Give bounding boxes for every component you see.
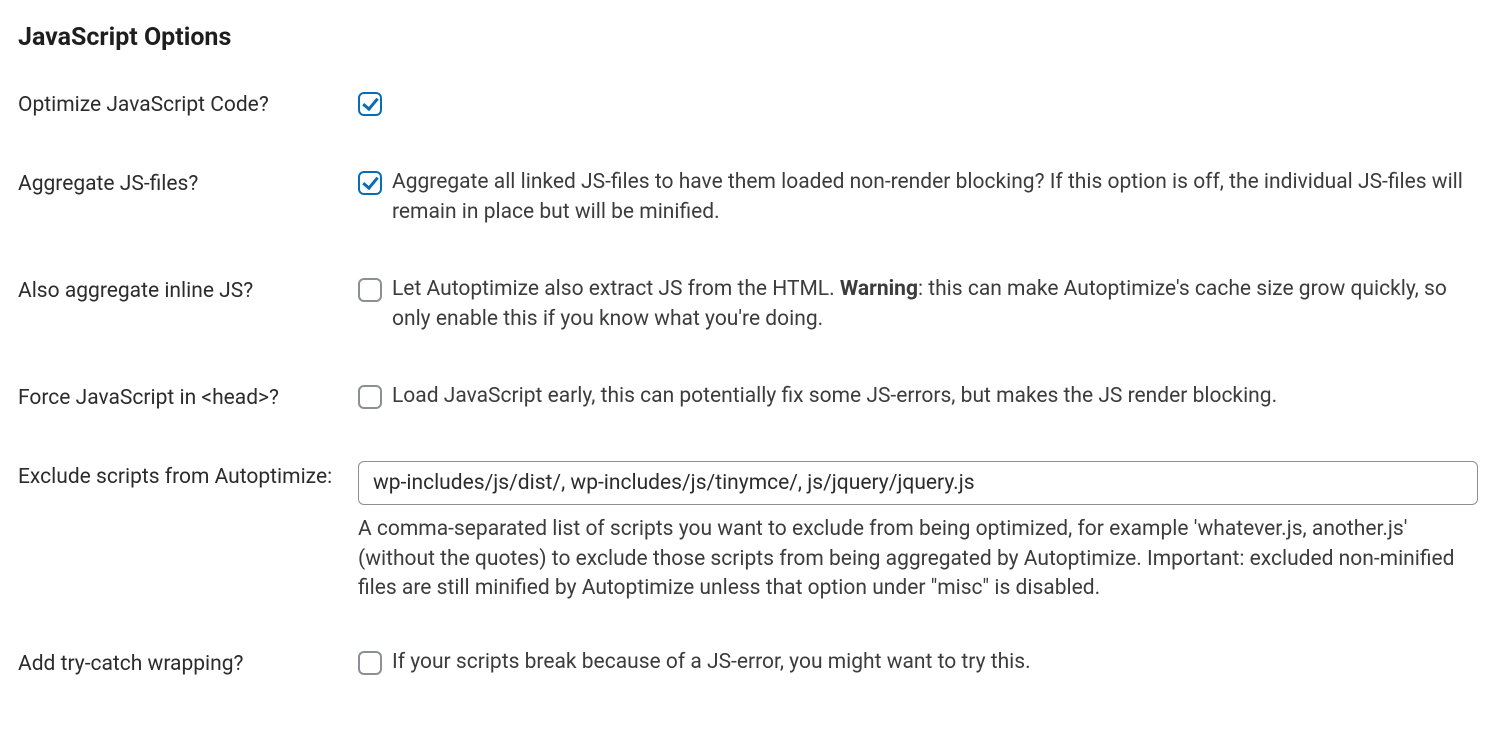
row-exclude-scripts: Exclude scripts from Autoptimize: A comm… (18, 461, 1482, 603)
row-forcehead-js: Force JavaScript in <head>? Load JavaScr… (18, 382, 1482, 413)
checkbox-aggregate-js[interactable] (358, 171, 382, 195)
checkbox-optimize-js[interactable] (358, 92, 382, 116)
row-inline-js: Also aggregate inline JS? Let Autoptimiz… (18, 275, 1482, 334)
label-aggregate-js: Aggregate JS-files? (18, 168, 358, 199)
label-exclude-scripts: Exclude scripts from Autoptimize: (18, 461, 358, 492)
row-aggregate-js: Aggregate JS-files? Aggregate all linked… (18, 168, 1482, 227)
checkbox-trycatch[interactable] (358, 651, 382, 675)
label-optimize-js: Optimize JavaScript Code? (18, 89, 358, 120)
label-forcehead-js: Force JavaScript in <head>? (18, 382, 358, 413)
desc-aggregate-js: Aggregate all linked JS-files to have th… (392, 168, 1482, 227)
input-exclude-scripts[interactable] (358, 461, 1478, 505)
inline-warning-label: Warning (840, 277, 918, 301)
desc-forcehead-js: Load JavaScript early, this can potentia… (392, 382, 1277, 411)
desc-trycatch: If your scripts break because of a JS-er… (392, 648, 1031, 677)
section-title: JavaScript Options (18, 20, 1482, 55)
checkbox-inline-js[interactable] (358, 278, 382, 302)
help-exclude-scripts: A comma-separated list of scripts you wa… (358, 515, 1478, 603)
desc-inline-js: Let Autoptimize also extract JS from the… (392, 275, 1482, 334)
row-optimize-js: Optimize JavaScript Code? (18, 89, 1482, 120)
row-trycatch: Add try-catch wrapping? If your scripts … (18, 648, 1482, 679)
checkbox-forcehead-js[interactable] (358, 385, 382, 409)
label-trycatch: Add try-catch wrapping? (18, 648, 358, 679)
inline-desc-pre: Let Autoptimize also extract JS from the… (392, 277, 840, 301)
label-inline-js: Also aggregate inline JS? (18, 275, 358, 306)
